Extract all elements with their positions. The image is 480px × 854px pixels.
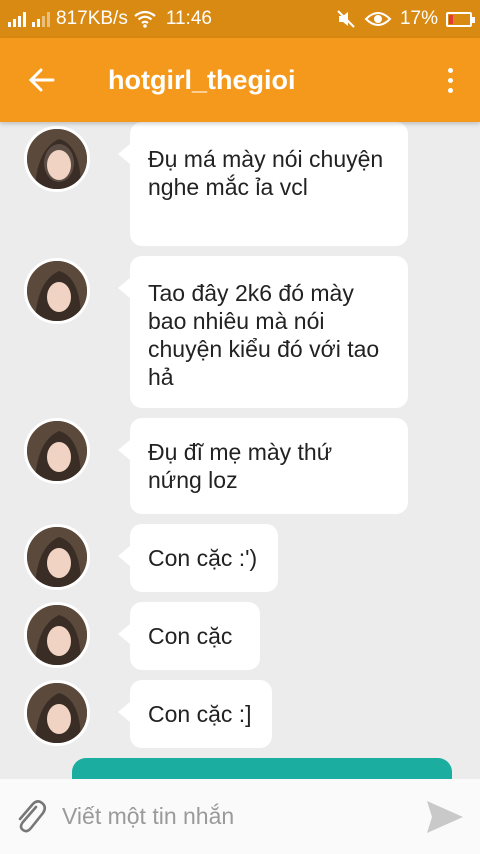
- avatar[interactable]: [24, 524, 90, 590]
- message-text: Con cặc :]: [148, 701, 252, 727]
- arrow-left-icon: [29, 68, 55, 92]
- app-bar: hotgirl_thegioi: [0, 38, 480, 122]
- message-bubble[interactable]: Tao đây 2k6 đó mày bao nhiêu mà nói chuy…: [118, 256, 408, 408]
- composer-bar: [0, 779, 480, 854]
- send-icon: [427, 800, 463, 833]
- send-button[interactable]: [410, 779, 480, 854]
- message-bubble[interactable]: Đụ má mày nói chuyện nghe mắc ỉa vcl: [118, 122, 408, 246]
- network-speed: 817KB/s: [56, 8, 128, 29]
- clock: 11:46: [165, 8, 212, 29]
- avatar[interactable]: [24, 602, 90, 668]
- battery-icon: [446, 11, 475, 27]
- eye-protection-icon: [364, 12, 392, 26]
- signal-strength-icon: [8, 11, 26, 27]
- menu-dot-icon: [447, 67, 453, 73]
- avatar[interactable]: [24, 418, 90, 484]
- mute-icon: [337, 10, 355, 28]
- message-list[interactable]: Đụ má mày nói chuyện nghe mắc ỉa vcl Tao…: [0, 122, 480, 779]
- outgoing-message-bubble[interactable]: [72, 758, 452, 779]
- message-text: Con cặc :'): [148, 545, 258, 571]
- message-bubble[interactable]: Đụ đĩ mẹ mày thứ nứng loz: [118, 418, 408, 514]
- battery-percent: 17%: [399, 8, 438, 29]
- avatar[interactable]: [24, 126, 90, 192]
- signal-strength-icon-2: [32, 11, 50, 27]
- menu-dot-icon: [447, 87, 453, 93]
- message-bubble[interactable]: Con cặc :]: [118, 680, 272, 748]
- message-input[interactable]: [62, 803, 410, 830]
- avatar[interactable]: [24, 680, 90, 746]
- wifi-icon: [134, 10, 156, 28]
- message-bubble[interactable]: Con cặc: [118, 602, 260, 670]
- paperclip-icon: [18, 799, 47, 832]
- message-text: Đụ má mày nói chuyện nghe mắc ỉa vcl: [148, 146, 384, 200]
- message-bubble[interactable]: Con cặc :'): [118, 524, 278, 592]
- overflow-menu-button[interactable]: [420, 38, 480, 122]
- chat-title: hotgirl_thegioi: [108, 64, 296, 95]
- attach-button[interactable]: [0, 779, 62, 854]
- menu-dot-icon: [447, 77, 453, 83]
- status-bar: 817KB/s 11:46 17%: [0, 0, 480, 38]
- avatar[interactable]: [24, 258, 90, 324]
- message-text: Đụ đĩ mẹ mày thứ nứng loz: [148, 439, 333, 493]
- message-text: Con cặc: [148, 623, 233, 649]
- back-button[interactable]: [0, 38, 84, 122]
- message-text: Tao đây 2k6 đó mày bao nhiêu mà nói chuy…: [148, 280, 380, 390]
